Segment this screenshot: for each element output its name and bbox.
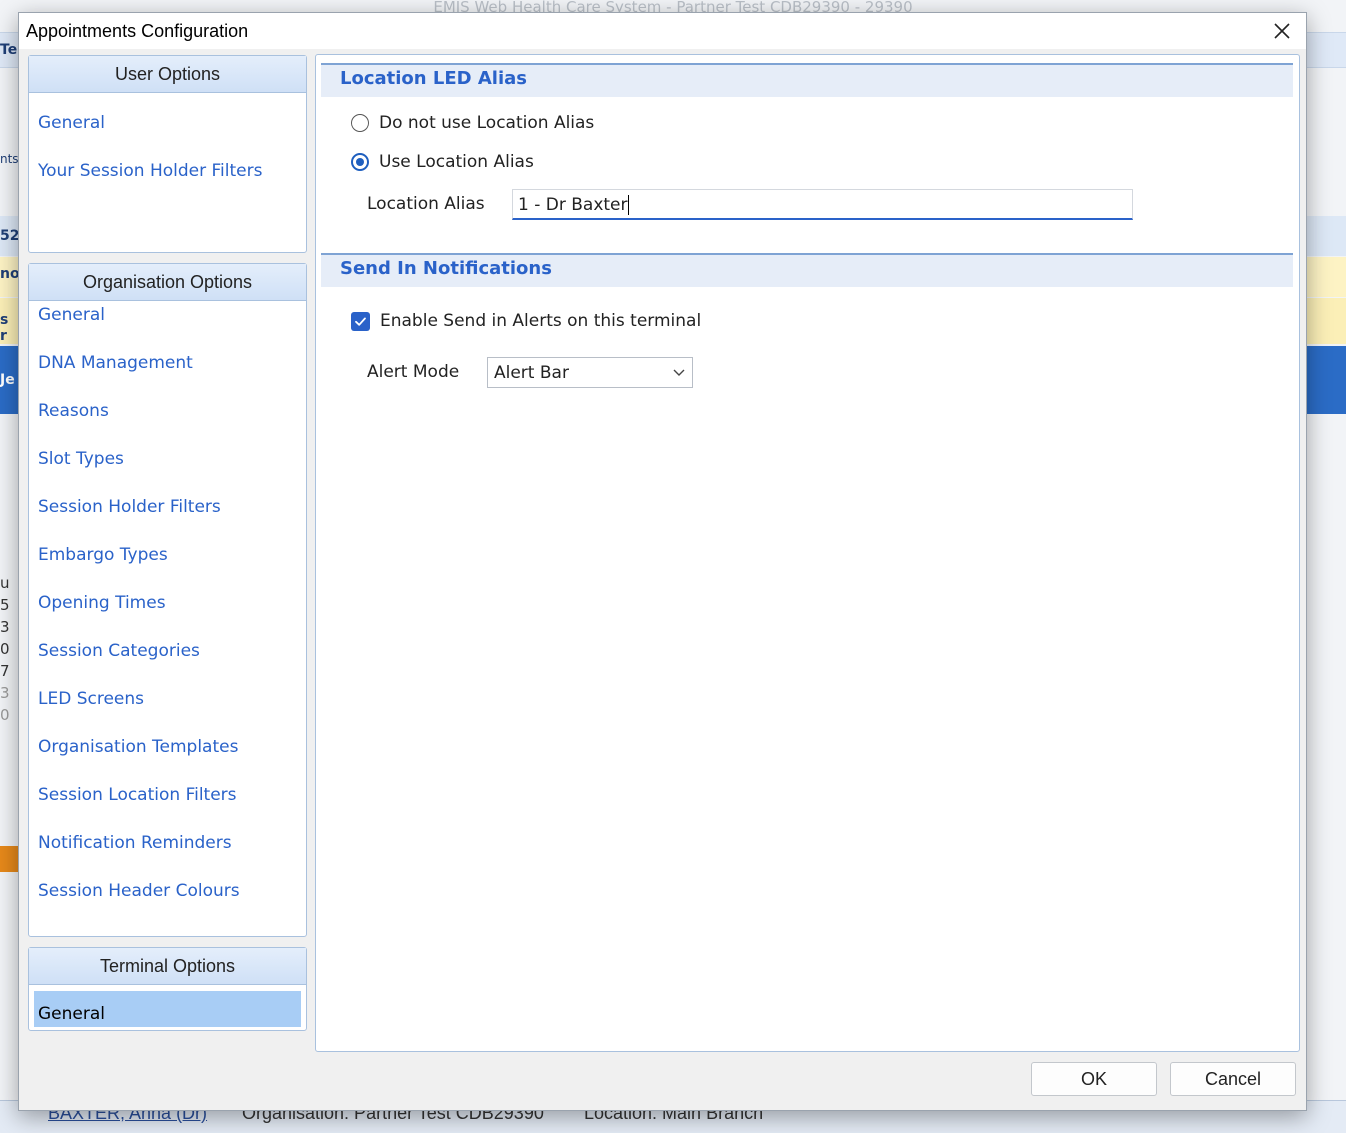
background-number: 3 <box>0 684 10 702</box>
radio-do-not-use-alias-label: Do not use Location Alias <box>379 113 595 133</box>
background-number: 5 <box>0 596 10 614</box>
nav-org-session-location-filters[interactable]: Session Location Filters <box>29 771 306 819</box>
dialog-title-bar: Appointments Configuration <box>19 13 1306 49</box>
enable-send-in-alerts-checkbox[interactable]: Enable Send in Alerts on this terminal <box>351 311 701 331</box>
radio-use-alias-label: Use Location Alias <box>379 152 534 172</box>
location-alias-value: 1 - Dr Baxter <box>518 195 628 215</box>
nav-org-notification-reminders[interactable]: Notification Reminders <box>29 819 306 867</box>
alert-mode-label: Alert Mode <box>367 362 460 382</box>
nav-org-dna-management[interactable]: DNA Management <box>29 339 306 387</box>
send-in-notifications-section-header: Send In Notifications <box>321 253 1293 287</box>
terminal-options-header: Terminal Options <box>29 948 306 985</box>
nav-org-reasons[interactable]: Reasons <box>29 387 306 435</box>
background-number: 0 <box>0 640 10 658</box>
nav-org-opening-times[interactable]: Opening Times <box>29 579 306 627</box>
user-options-panel: User Options General Your Session Holder… <box>28 55 307 253</box>
background-number: 7 <box>0 662 10 680</box>
appointments-configuration-dialog: Appointments Configuration User Options … <box>18 12 1307 1111</box>
nav-org-led-screens[interactable]: LED Screens <box>29 675 306 723</box>
close-icon <box>1274 23 1290 39</box>
terminal-options-list: General <box>29 985 306 1027</box>
user-options-list: General Your Session Holder Filters <box>29 93 306 195</box>
background-number: 3 <box>0 618 10 636</box>
alert-mode-value: Alert Bar <box>494 363 569 383</box>
close-button[interactable] <box>1264 15 1300 47</box>
nav-org-session-header-colours[interactable]: Session Header Colours <box>29 867 306 915</box>
background-fragment: Je <box>0 372 15 388</box>
background-fragment: 522 <box>0 228 19 244</box>
nav-user-session-holder-filters[interactable]: Your Session Holder Filters <box>29 147 306 195</box>
location-alias-label: Location Alias <box>367 194 485 214</box>
radio-do-not-use-alias[interactable]: Do not use Location Alias <box>351 113 594 133</box>
chevron-down-icon <box>673 369 685 376</box>
settings-content-panel: Location LED Alias Do not use Location A… <box>315 54 1300 1052</box>
background-fragment: s r <box>0 312 9 344</box>
radio-use-alias[interactable]: Use Location Alias <box>351 152 534 172</box>
nav-org-organisation-templates[interactable]: Organisation Templates <box>29 723 306 771</box>
location-alias-input[interactable]: 1 - Dr Baxter <box>512 189 1133 220</box>
background-number-column: u 5 3 0 7 3 0 <box>0 572 12 726</box>
nav-org-general[interactable]: General <box>29 291 306 339</box>
background-number: u <box>0 574 10 592</box>
radio-unselected-icon <box>351 114 369 132</box>
background-fragment: nts <box>0 152 19 166</box>
organisation-options-list: General DNA Management Reasons Slot Type… <box>29 291 306 915</box>
organisation-options-panel: Organisation Options General DNA Managem… <box>28 263 307 937</box>
nav-terminal-general[interactable]: General <box>34 991 301 1027</box>
nav-org-slot-types[interactable]: Slot Types <box>29 435 306 483</box>
send-in-notifications-title: Send In Notifications <box>340 258 552 279</box>
background-band <box>0 846 20 872</box>
background-fragment: not <box>0 266 19 282</box>
ok-button[interactable]: OK <box>1031 1062 1157 1096</box>
location-led-alias-section-header: Location LED Alias <box>321 63 1293 97</box>
user-options-header: User Options <box>29 56 306 93</box>
radio-selected-icon <box>351 153 369 171</box>
terminal-options-panel: Terminal Options General <box>28 947 307 1031</box>
nav-org-session-holder-filters[interactable]: Session Holder Filters <box>29 483 306 531</box>
nav-org-session-categories[interactable]: Session Categories <box>29 627 306 675</box>
text-caret <box>627 195 629 215</box>
alert-mode-dropdown[interactable]: Alert Bar <box>487 357 693 388</box>
background-number: 0 <box>0 706 10 724</box>
dialog-title: Appointments Configuration <box>26 21 249 41</box>
background-fragment: Te <box>0 42 18 58</box>
nav-org-embargo-types[interactable]: Embargo Types <box>29 531 306 579</box>
location-led-alias-title: Location LED Alias <box>340 68 527 89</box>
nav-user-general[interactable]: General <box>29 99 306 147</box>
enable-send-in-alerts-label: Enable Send in Alerts on this terminal <box>380 311 702 331</box>
checkmark-icon <box>351 311 370 331</box>
cancel-button[interactable]: Cancel <box>1170 1062 1296 1096</box>
